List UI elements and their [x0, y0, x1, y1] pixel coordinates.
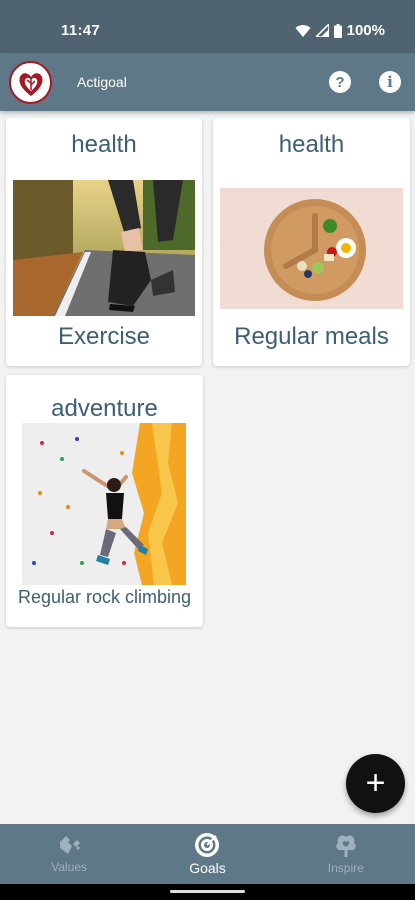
tree-heart-icon — [336, 835, 356, 857]
app-logo — [9, 61, 52, 104]
system-nav-bar — [0, 884, 415, 900]
target-icon — [195, 833, 220, 857]
status-icons: 100% — [295, 22, 385, 39]
info-button[interactable]: i — [379, 71, 401, 93]
goal-card-rock-climbing[interactable]: adventure Regular rock climbing — [6, 375, 203, 627]
app-title: Actigoal — [77, 74, 127, 90]
goal-name: Exercise — [57, 323, 151, 350]
bottom-navigation: Values Goals Inspire — [0, 824, 415, 884]
gesture-handle[interactable] — [170, 890, 245, 893]
nav-label-values: Values — [51, 860, 88, 874]
puzzle-heart-icon — [60, 836, 81, 854]
nav-label-goals: Goals — [189, 860, 226, 876]
goal-category: adventure — [51, 395, 158, 422]
plate-clock-image — [220, 188, 403, 309]
nav-item-values[interactable]: Values — [0, 824, 138, 884]
goal-card-regular-meals[interactable]: health Regular meals — [213, 118, 410, 366]
app-bar: Actigoal ? i — [0, 53, 415, 111]
goal-category: health — [71, 131, 137, 158]
battery-percent: 100% — [346, 22, 385, 39]
wifi-icon — [295, 24, 311, 37]
goal-name: Regular meals — [234, 323, 389, 350]
goals-grid: health Exercise health Regular meals adv… — [0, 111, 415, 824]
goal-name: Regular rock climbing — [17, 587, 192, 607]
status-bar: 11:47 100% — [0, 0, 415, 53]
running-shoes-image — [13, 180, 195, 316]
status-time: 11:47 — [61, 22, 101, 39]
nav-item-inspire[interactable]: Inspire — [277, 824, 415, 884]
help-button[interactable]: ? — [329, 71, 351, 93]
climber-image — [22, 423, 186, 585]
signal-icon — [315, 24, 329, 37]
battery-icon — [333, 23, 342, 38]
nav-item-goals[interactable]: Goals — [138, 824, 276, 884]
goal-card-exercise[interactable]: health Exercise — [6, 118, 202, 366]
nav-label-inspire: Inspire — [327, 861, 364, 875]
add-goal-button[interactable]: + — [346, 754, 405, 813]
goal-category: health — [278, 131, 345, 158]
